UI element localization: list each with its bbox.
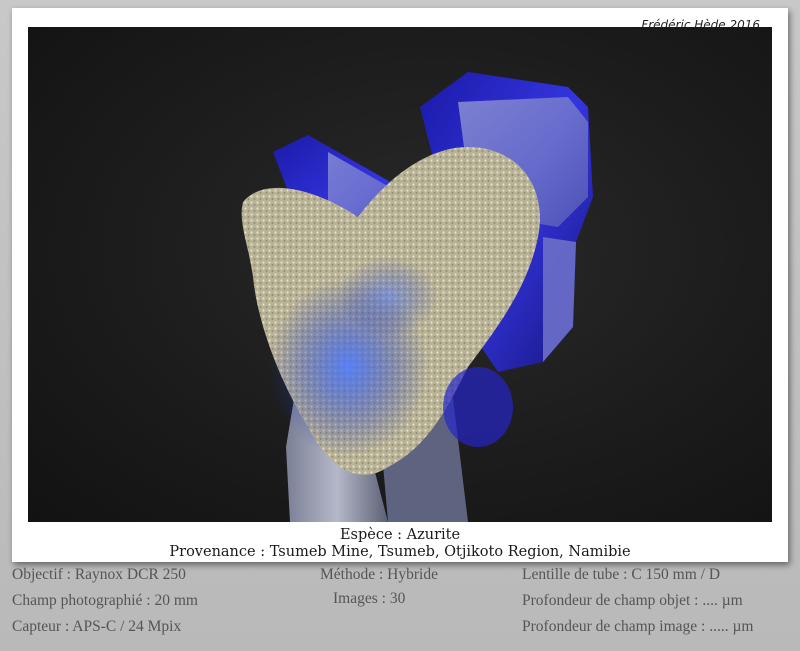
spec-objective: Objectif : Raynox DCR 250 bbox=[12, 566, 186, 583]
spec-method: Méthode : Hybride bbox=[320, 566, 438, 583]
spec-tube-lens: Lentille de tube : C 150 mm / D bbox=[522, 566, 721, 583]
species-caption: Espèce : Azurite bbox=[339, 527, 461, 543]
azurite-specimen-illustration bbox=[241, 72, 593, 522]
spec-field-of-view: Champ photographié : 20 mm bbox=[12, 592, 198, 609]
locality-caption: Provenance : Tsumeb Mine, Tsumeb, Otjiko… bbox=[169, 544, 631, 560]
spec-image-count: Images : 30 bbox=[333, 590, 406, 607]
spec-sensor: Capteur : APS-C / 24 Mpix bbox=[12, 618, 182, 635]
mineral-photo bbox=[28, 27, 772, 522]
spec-image-depth-of-field: Profondeur de champ image : ..... µm bbox=[522, 618, 754, 635]
spec-object-depth-of-field: Profondeur de champ objet : .... µm bbox=[522, 592, 743, 609]
